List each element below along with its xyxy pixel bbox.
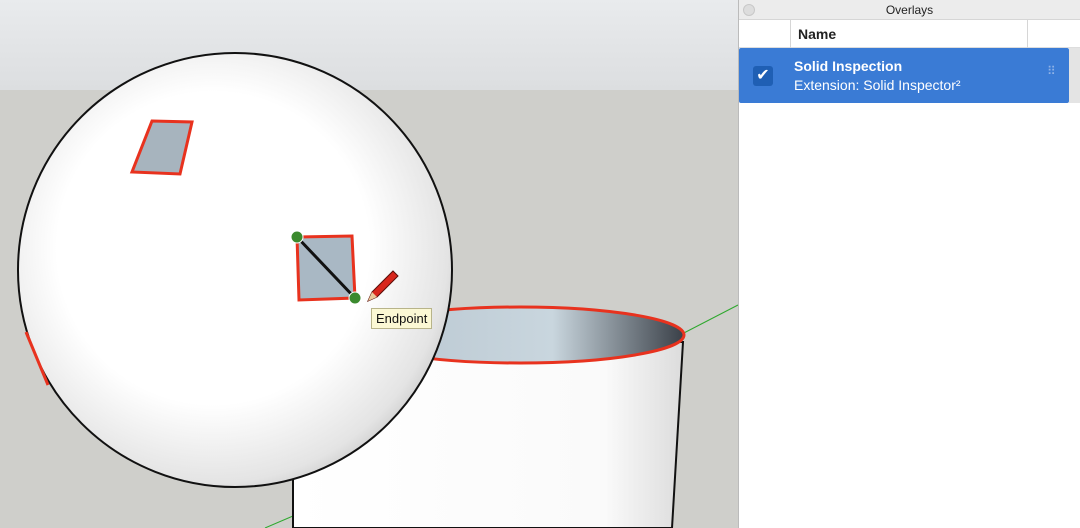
enable-checkbox[interactable]: ✔ <box>753 66 773 86</box>
overlays-panel: Overlays Name ✔ Solid Inspection Extensi… <box>738 0 1080 528</box>
model-viewport[interactable] <box>0 0 738 528</box>
scrollbar[interactable] <box>1069 48 1080 103</box>
overlay-row-solid-inspection[interactable]: ✔ Solid Inspection Extension: Solid Insp… <box>739 48 1069 103</box>
overlay-name: Solid Inspection <box>794 58 903 74</box>
panel-titlebar: Overlays <box>739 0 1080 20</box>
endpoint-marker <box>290 230 304 244</box>
overlay-source: Extension: Solid Inspector² <box>794 77 961 93</box>
panel-title: Overlays <box>885 3 934 17</box>
sphere <box>17 52 453 488</box>
endpoint-tooltip: Endpoint <box>371 308 433 329</box>
checkmark-icon: ✔ <box>756 67 770 84</box>
table-header: Name <box>739 20 1080 48</box>
sky <box>0 0 738 90</box>
close-button[interactable] <box>743 4 755 16</box>
drag-handle-icon[interactable]: ⠿ <box>1047 65 1059 77</box>
endpoint-marker <box>348 291 362 305</box>
column-header-name[interactable]: Name <box>790 20 1028 48</box>
